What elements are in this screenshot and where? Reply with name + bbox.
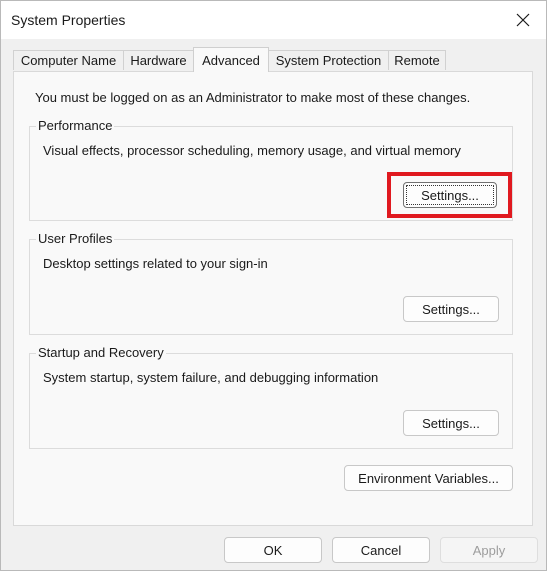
cancel-button[interactable]: Cancel — [332, 537, 430, 563]
tab-computer-name[interactable]: Computer Name — [13, 50, 124, 70]
window-title: System Properties — [11, 12, 126, 28]
title-bar: System Properties — [1, 1, 546, 39]
advanced-panel: You must be logged on as an Administrato… — [13, 71, 533, 526]
environment-variables-button[interactable]: Environment Variables... — [344, 465, 513, 491]
user-profiles-title: User Profiles — [36, 231, 115, 246]
startup-recovery-group: Startup and Recovery System startup, sys… — [29, 345, 513, 449]
tab-system-protection[interactable]: System Protection — [268, 50, 389, 70]
user-profiles-description: Desktop settings related to your sign-in — [43, 256, 268, 271]
tab-hardware[interactable]: Hardware — [123, 50, 194, 70]
startup-recovery-title: Startup and Recovery — [36, 345, 166, 360]
admin-note: You must be logged on as an Administrato… — [35, 90, 471, 105]
performance-description: Visual effects, processor scheduling, me… — [43, 143, 461, 158]
highlight-box — [387, 172, 512, 218]
system-properties-window: System Properties Computer Name Hardware… — [0, 0, 547, 571]
tab-strip: Computer Name Hardware Advanced System P… — [13, 47, 533, 72]
tab-remote[interactable]: Remote — [388, 50, 446, 70]
close-button[interactable] — [500, 1, 546, 39]
performance-group: Performance Visual effects, processor sc… — [29, 118, 513, 221]
performance-title: Performance — [36, 118, 115, 133]
apply-button: Apply — [440, 537, 538, 563]
user-profiles-group: User Profiles Desktop settings related t… — [29, 231, 513, 335]
user-profiles-settings-button[interactable]: Settings... — [403, 296, 499, 322]
ok-button[interactable]: OK — [224, 537, 322, 563]
startup-recovery-settings-button[interactable]: Settings... — [403, 410, 499, 436]
close-icon — [516, 13, 530, 27]
startup-recovery-description: System startup, system failure, and debu… — [43, 370, 379, 385]
tab-advanced[interactable]: Advanced — [193, 47, 269, 72]
